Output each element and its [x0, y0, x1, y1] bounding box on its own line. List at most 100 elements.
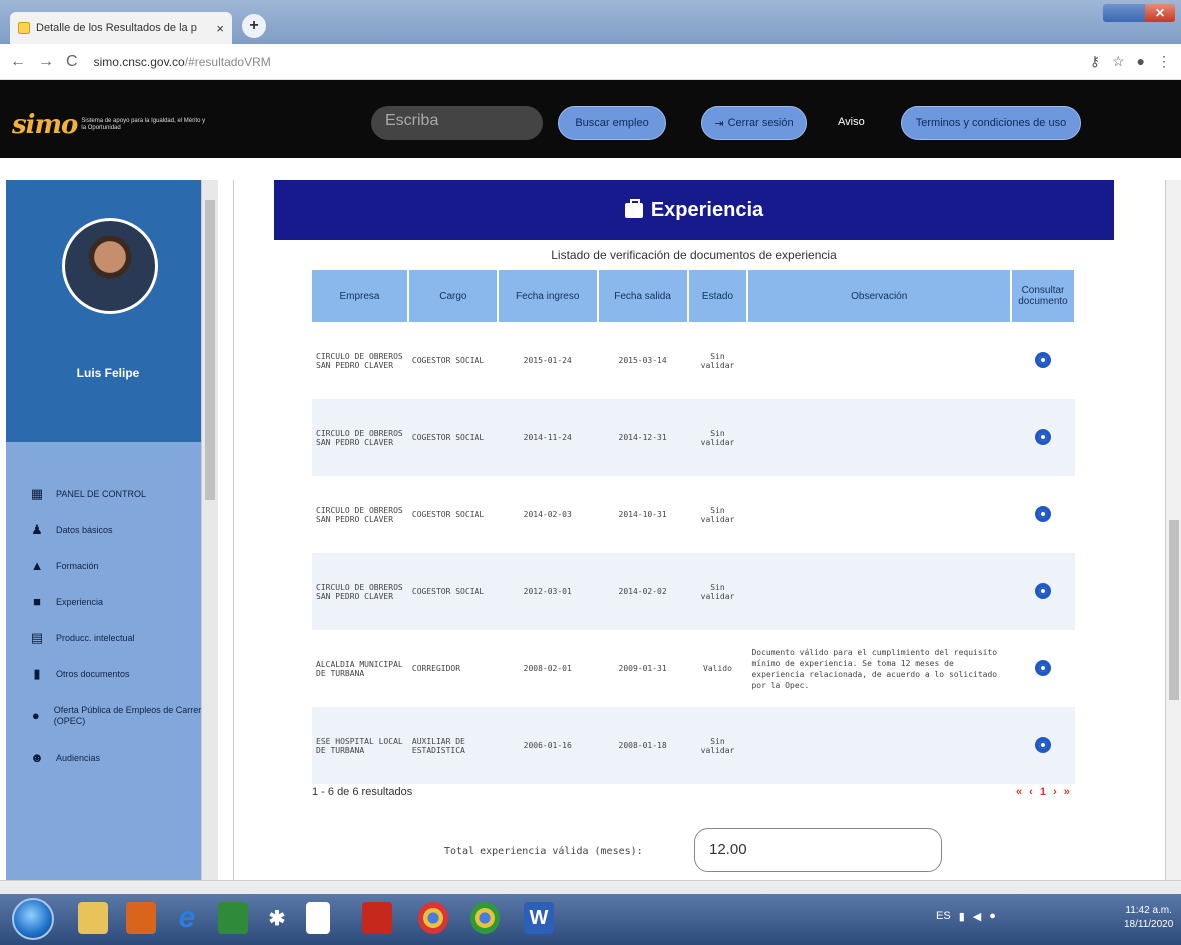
excel-icon[interactable]	[218, 902, 248, 934]
view-document-icon[interactable]	[1034, 659, 1051, 676]
cerrar-sesion-button[interactable]: ⇥ Cerrar sesión	[701, 106, 807, 140]
user-name: Luis Felipe	[76, 366, 140, 380]
terminos-button[interactable]: Terminos y condiciones de uso	[901, 106, 1081, 140]
tab-title: Detalle de los Resultados de la p	[36, 22, 197, 34]
book-icon: ▤	[30, 630, 44, 645]
chrome-icon[interactable]	[418, 902, 448, 934]
aviso-link[interactable]: Aviso	[838, 116, 865, 128]
acrobat-icon[interactable]	[362, 902, 392, 934]
logout-icon: ⇥	[714, 117, 724, 130]
view-document-icon[interactable]	[1034, 505, 1051, 522]
table-row: CIRCULO DE OBREROS SAN PEDRO CLAVER COGE…	[312, 553, 1075, 630]
cell-empresa: ESE HOSPITAL LOCAL DE TURBANA	[312, 707, 408, 784]
main-frame-edge	[218, 180, 234, 880]
sidebar-item-label: PANEL DE CONTROL	[56, 488, 147, 499]
col-observacion: Observación	[747, 270, 1012, 322]
results-count: 1 - 6 de 6 resultados	[312, 786, 413, 798]
cell-observacion	[747, 476, 1011, 553]
table-row: CIRCULO DE OBREROS SAN PEDRO CLAVER COGE…	[312, 476, 1075, 553]
url-field[interactable]: simo.cnsc.gov.co/#resultadoVRM	[94, 55, 271, 69]
ie-icon[interactable]: e	[172, 901, 202, 934]
sidebar-item-label: Producc. intelectual	[56, 632, 135, 643]
favicon-icon	[18, 22, 30, 34]
sidebar-item-opec[interactable]: ● Oferta Pública de Empleos de Carrera (…	[6, 692, 210, 740]
cell-consultar	[1011, 476, 1075, 553]
cell-observacion	[747, 553, 1011, 630]
sidebar-item-otros[interactable]: ▮ Otros documentos	[6, 656, 210, 692]
explorer-icon[interactable]	[78, 902, 108, 934]
media-player-icon[interactable]	[126, 902, 156, 934]
total-label: Total experiencia válida (meses):	[444, 846, 643, 857]
new-tab-button[interactable]: +	[242, 14, 266, 38]
sidebar-item-panel[interactable]: ▦ PANEL DE CONTROL	[6, 476, 210, 512]
start-button[interactable]	[12, 898, 54, 940]
experience-table: Empresa Cargo Fecha ingreso Fecha salida…	[312, 270, 1077, 784]
cell-ingreso: 2008-02-01	[523, 664, 572, 673]
main-content: Experiencia Listado de verificación de d…	[218, 180, 1165, 880]
tray-icon[interactable]: ●	[989, 910, 996, 923]
profile-icon[interactable]: ●	[1137, 53, 1145, 70]
dashboard-icon: ▦	[30, 486, 44, 501]
back-icon[interactable]: ←	[10, 53, 26, 71]
briefcase-icon	[624, 198, 643, 218]
view-document-icon[interactable]	[1034, 582, 1051, 599]
search-input[interactable]: Escriba	[371, 106, 543, 140]
cell-ingreso: 2006-01-16	[497, 707, 598, 784]
sidebar-scroll-thumb[interactable]	[205, 200, 215, 500]
simo-logo[interactable]: simo Sistema de apoyo para la Igualdad, …	[12, 110, 211, 140]
cell-empresa: CIRCULO DE OBREROS SAN PEDRO CLAVER	[312, 553, 408, 630]
view-document-icon[interactable]	[1034, 351, 1051, 368]
star-icon[interactable]: ☆	[1112, 53, 1125, 70]
network-icon[interactable]: ▮	[959, 910, 965, 923]
main-scrollbar[interactable]	[1165, 180, 1181, 880]
cell-estado: Sin validar	[700, 505, 735, 524]
cell-cargo: COGESTOR SOCIAL	[411, 356, 485, 365]
sidebar-item-experiencia[interactable]: ■ Experiencia	[6, 584, 210, 620]
sidebar-item-label: Experiencia	[56, 596, 104, 607]
sidebar-item-label: Audiencias	[56, 752, 101, 763]
cell-cargo: AUXILIAR DE ESTADISTICA	[407, 707, 498, 784]
tab-close-icon[interactable]: ×	[216, 21, 224, 36]
logo-tagline: Sistema de apoyo para la Igualdad, el Mé…	[81, 118, 206, 131]
browser-titlebar: Detalle de los Resultados de la p × + ✕	[0, 0, 1181, 44]
system-clock[interactable]: 11:42 a.m. 18/11/2020	[1124, 904, 1173, 932]
browser-tab[interactable]: Detalle de los Resultados de la p ×	[10, 12, 232, 44]
word-icon[interactable]: W	[524, 902, 554, 934]
sidebar-item-label: Oferta Pública de Empleos de Carrera (OP…	[53, 705, 207, 726]
volume-icon[interactable]: ◀	[973, 910, 981, 923]
col-consultar: Consultar documento	[1010, 270, 1077, 322]
sidebar-item-formacion[interactable]: ▲ Formación	[6, 548, 210, 584]
menu-icon[interactable]: ⋮	[1157, 53, 1171, 70]
cell-salida: 2015-03-14	[618, 356, 667, 365]
url-host: simo.cnsc.gov.co	[93, 54, 185, 69]
main-scroll-thumb[interactable]	[1169, 520, 1179, 700]
sidebar-item-datos[interactable]: ♟ Datos básicos	[6, 512, 210, 548]
view-document-icon[interactable]	[1034, 428, 1051, 445]
sidebar-item-label: Datos básicos	[56, 524, 113, 535]
sidebar-item-produccion[interactable]: ▤ Producc. intelectual	[6, 620, 210, 656]
pagination[interactable]: « ‹ 1 › »	[1016, 786, 1072, 798]
window-controls[interactable]: ✕	[1103, 4, 1175, 22]
language-indicator[interactable]: ES	[936, 910, 951, 923]
cell-cargo: COGESTOR SOCIAL	[407, 399, 498, 476]
sidebar-item-audiencias[interactable]: ☻ Audiencias	[6, 740, 210, 776]
cell-ingreso: 2014-11-24	[497, 399, 598, 476]
sidebar-scrollbar[interactable]	[201, 180, 218, 880]
cell-empresa: CIRCULO DE OBREROS SAN PEDRO CLAVER	[316, 351, 403, 370]
briefcase-icon: ■	[33, 594, 41, 609]
sidebar-menu: ▦ PANEL DE CONTROL ♟ Datos básicos ▲ For…	[6, 476, 210, 776]
cell-consultar	[1010, 553, 1075, 630]
forward-icon[interactable]: →	[38, 53, 54, 71]
key-icon[interactable]: ⚷	[1090, 53, 1100, 70]
horizontal-scrollbar[interactable]	[0, 880, 1181, 894]
chrome-active-icon[interactable]	[470, 902, 500, 934]
cell-empresa: CIRCULO DE OBREROS SAN PEDRO CLAVER	[316, 505, 403, 524]
bluetooth-icon[interactable]: ✱	[262, 902, 292, 934]
buscar-empleo-button[interactable]: Buscar empleo	[558, 106, 666, 140]
total-value-field[interactable]: 12.00	[694, 828, 942, 872]
window-close-icon[interactable]: ✕	[1145, 4, 1175, 22]
view-document-icon[interactable]	[1034, 736, 1051, 753]
reload-icon[interactable]: C	[66, 53, 78, 71]
clock-date: 18/11/2020	[1124, 919, 1174, 930]
notepad-icon[interactable]	[306, 902, 330, 934]
